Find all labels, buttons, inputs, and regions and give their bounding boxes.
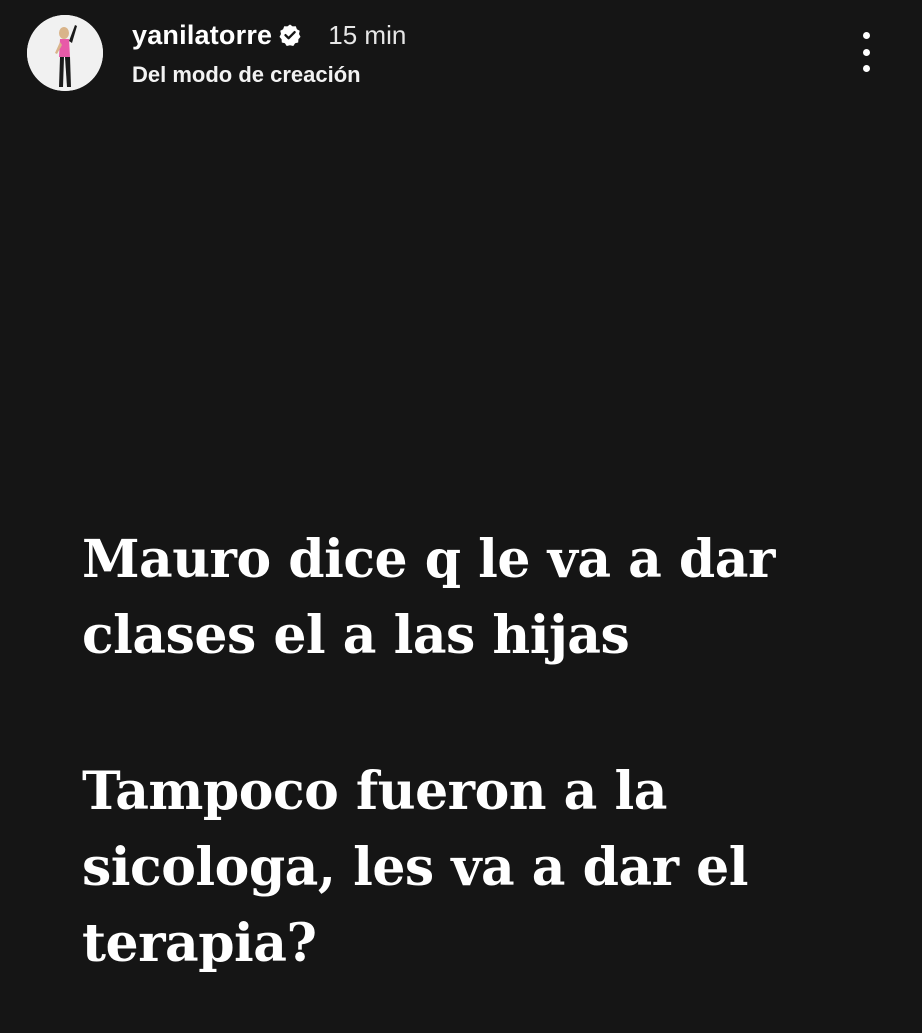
avatar[interactable] — [27, 15, 103, 91]
verified-badge-icon — [278, 23, 302, 47]
creation-mode-label[interactable]: Del modo de creación — [132, 62, 361, 88]
more-vertical-icon-dot — [862, 65, 870, 72]
story-paragraph-2: Tampoco fueron a la sicologa, les va a d… — [82, 761, 749, 974]
more-vertical-icon-dot — [862, 48, 870, 56]
timestamp: 15 min — [328, 19, 407, 50]
story-viewer[interactable]: yanilatorre 15 min Del modo de creación … — [0, 0, 922, 1033]
more-vertical-icon — [862, 32, 870, 39]
avatar-image — [27, 15, 103, 91]
more-options-button[interactable] — [848, 28, 884, 76]
story-text: Mauro dice q le va a dar clases el a las… — [82, 522, 882, 982]
username[interactable]: yanilatorre — [132, 20, 272, 51]
story-paragraph-1: Mauro dice q le va a dar clases el a las… — [82, 529, 775, 666]
username-row: yanilatorre 15 min — [132, 18, 406, 52]
story-header: yanilatorre 15 min Del modo de creación — [0, 0, 922, 110]
